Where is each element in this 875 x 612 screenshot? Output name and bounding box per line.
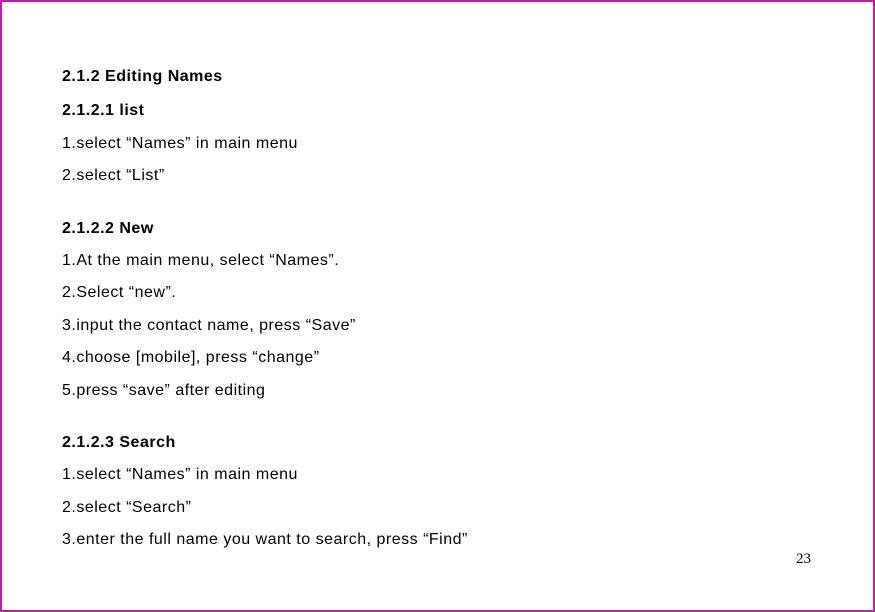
heading-new: 2.1.2.2 New [62,214,813,244]
new-step-2: 2.Select “new”. [62,278,813,308]
heading-list: 2.1.2.1 list [62,96,813,126]
new-step-3: 3.input the contact name, press “Save” [62,311,813,341]
new-step-4: 4.choose [mobile], press “change” [62,343,813,373]
section-gap [62,194,813,214]
section-gap [62,408,813,428]
search-step-2: 2.select “Search” [62,493,813,523]
document-content: 2.1.2 Editing Names 2.1.2.1 list 1.selec… [62,62,813,555]
list-step-1: 1.select “Names” in main menu [62,129,813,159]
new-step-1: 1.At the main menu, select “Names”. [62,246,813,276]
search-step-3: 3.enter the full name you want to search… [62,525,813,555]
heading-editing-names: 2.1.2 Editing Names [62,62,813,92]
search-step-1: 1.select “Names” in main menu [62,460,813,490]
list-step-2: 2.select “List” [62,161,813,191]
heading-search: 2.1.2.3 Search [62,428,813,458]
page-number: 23 [796,551,811,568]
new-step-5: 5.press “save” after editing [62,376,813,406]
page-frame: 2.1.2 Editing Names 2.1.2.1 list 1.selec… [0,0,875,612]
